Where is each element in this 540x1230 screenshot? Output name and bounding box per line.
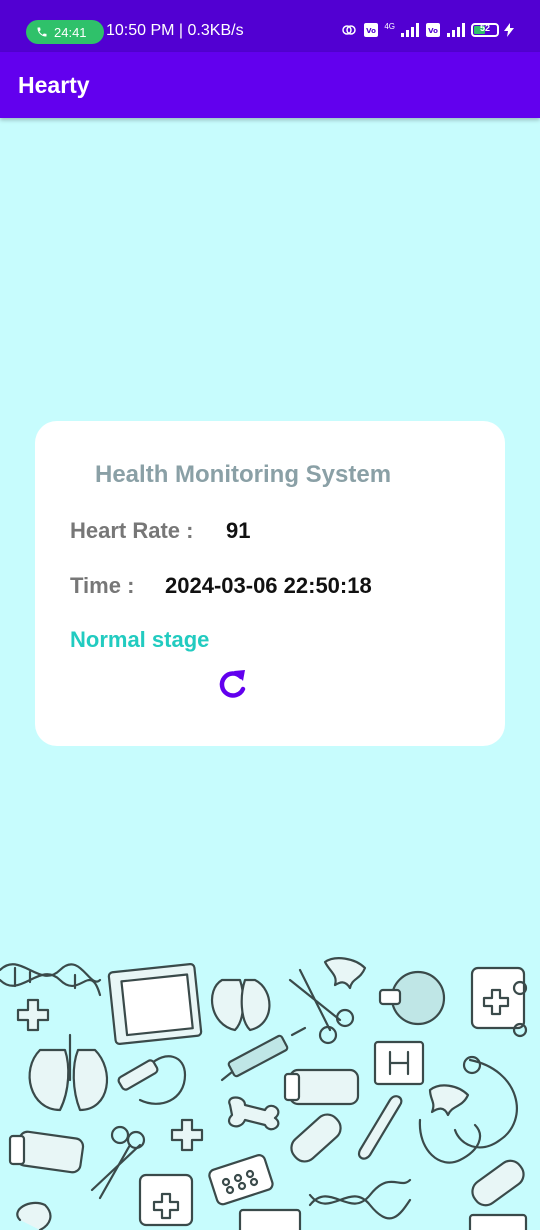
volte-icon: Vo: [364, 23, 379, 37]
time-value: 2024-03-06 22:50:18: [165, 573, 372, 598]
card-title: Health Monitoring System: [95, 461, 392, 488]
battery-icon: 52: [471, 23, 499, 37]
app-title: Hearty: [18, 72, 90, 98]
signal-icon: [447, 23, 465, 37]
volte-icon: Vo: [426, 23, 440, 37]
time-label: Time :: [70, 573, 135, 598]
status-bar: 24:41 10:50 PM | 0.3KB/s Vo 4G Vo 52: [0, 0, 540, 52]
svg-text:Vo: Vo: [428, 27, 438, 35]
signal-icon: [401, 23, 419, 37]
hotspot-icon: [342, 25, 357, 35]
phone-icon: [37, 27, 47, 37]
battery-level: 52: [479, 23, 490, 33]
ongoing-call-pill[interactable]: 24:41: [26, 20, 104, 44]
charging-icon: [504, 23, 514, 37]
heart-rate-value: 91: [226, 518, 251, 543]
refresh-icon[interactable]: [215, 665, 249, 705]
health-card: Health Monitoring System Heart Rate : 91…: [35, 421, 505, 746]
status-text: 10:50 PM | 0.3KB/s: [106, 22, 244, 39]
stage-status: Normal stage: [70, 627, 210, 652]
call-timer: 24:41: [54, 24, 87, 40]
network-type-label: 4G: [384, 22, 395, 31]
heart-rate-label: Heart Rate :: [70, 518, 194, 543]
app-bar: Hearty: [0, 52, 540, 118]
medical-doodles-background: [0, 957, 528, 1230]
status-icons: Vo 4G Vo 52: [340, 22, 514, 38]
svg-text:Vo: Vo: [366, 27, 376, 35]
